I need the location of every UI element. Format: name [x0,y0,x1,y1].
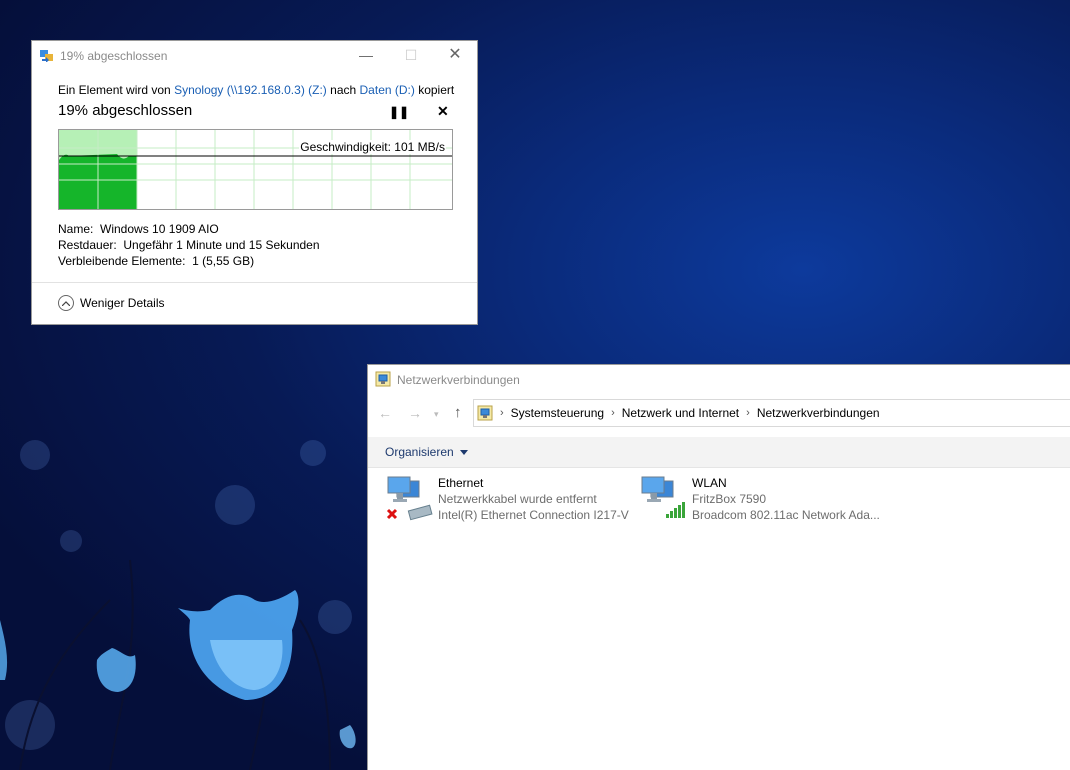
network-connections-icon [375,371,391,387]
forward-arrow-icon[interactable]: → [408,405,422,421]
chevron-right-icon: › [611,407,615,419]
transfer-speed-graph: Geschwindigkeit: 101 MB/s [58,129,453,210]
maximize-button[interactable]: ☐ [388,41,434,71]
close-button[interactable]: ✕ [432,41,478,71]
speed-label: Geschwindigkeit: 101 MB/s [299,140,446,154]
name-value: Windows 10 1909 AIO [100,222,219,236]
connection-wlan[interactable]: WLAN FritzBox 7590 Broadcom 802.11ac Net… [639,475,880,523]
organize-menu-button[interactable]: Organisieren [385,445,468,459]
recent-locations-chevron-icon[interactable]: ▾ [434,409,439,420]
window-title: 19% abgeschlossen [60,49,168,63]
destination-link[interactable]: Daten (D:) [360,83,415,97]
title-bar[interactable]: Netzwerkverbindungen [368,365,1070,395]
wallpaper-bokeh [300,440,326,466]
command-bar: Organisieren [368,437,1070,468]
connection-status: Netzwerkkabel wurde entfernt [438,492,597,506]
copy-description-mid: nach [326,83,360,97]
connection-name: WLAN [692,476,727,490]
transfer-details: Name: Windows 10 1909 AIO Restdauer: Ung… [58,221,320,269]
chevron-up-icon [58,295,74,311]
wallpaper-bokeh [60,530,82,552]
connection-ethernet[interactable]: Ethernet Netzwerkkabel wurde entfernt In… [385,475,629,523]
copy-description: Ein Element wird von Synology (\\192.168… [58,83,454,97]
organize-label: Organisieren [385,445,454,459]
items-label: Verbleibende Elemente: [58,254,186,268]
wlan-signal-icon [639,475,689,523]
connection-status: FritzBox 7590 [692,492,767,506]
window-title: Netzwerkverbindungen [397,373,520,387]
caret-down-icon [459,449,468,455]
connection-name: Ethernet [438,476,484,490]
less-details-button[interactable]: Weniger Details [58,295,164,311]
remaining-label: Restdauer: [58,238,117,252]
remaining-value: Ungefähr 1 Minute und 15 Sekunden [123,238,320,252]
wallpaper-bokeh [318,600,352,634]
wallpaper-bokeh [5,700,55,750]
back-arrow-icon[interactable]: ← [378,405,392,421]
connection-device: Intel(R) Ethernet Connection I217-V [438,508,629,522]
less-details-label: Weniger Details [80,296,165,310]
pause-button[interactable]: ❚❚ [389,105,409,119]
wallpaper-bokeh [215,485,255,525]
copy-description-prefix: Ein Element wird von [58,83,175,97]
wallpaper-bokeh [20,440,50,470]
source-link[interactable]: Synology (\\192.168.0.3) (Z:) [174,83,327,97]
minimize-button[interactable]: — [343,41,389,71]
network-connections-icon [477,405,493,421]
name-label: Name: [58,222,94,236]
copy-description-suffix: kopiert [414,83,455,97]
chevron-right-icon: › [746,407,750,419]
title-bar[interactable]: 19% abgeschlossen — ☐ ✕ [32,41,477,71]
address-bar[interactable]: › Systemsteuerung › Netzwerk und Interne… [473,399,1070,427]
divider [32,282,477,283]
file-copy-icon [40,50,53,62]
progress-heading: 19% abgeschlossen [58,102,193,119]
breadcrumb-netzwerkverbindungen[interactable]: Netzwerkverbindungen [757,406,880,420]
copy-progress-dialog: 19% abgeschlossen — ☐ ✕ Ein Element wird… [31,40,478,325]
chevron-right-icon: › [500,407,504,419]
breadcrumb-systemsteuerung[interactable]: Systemsteuerung [511,406,604,420]
network-connections-window: Netzwerkverbindungen ← → ▾ ↑ › Systemste… [367,364,1070,770]
ethernet-disconnected-icon [385,475,435,523]
connection-device: Broadcom 802.11ac Network Ada... [692,508,880,522]
items-value: 1 (5,55 GB) [192,254,255,268]
navigation-bar: ← → ▾ ↑ › Systemsteuerung › Netzwerk und… [368,399,1070,429]
breadcrumb-netzwerk-und-internet[interactable]: Netzwerk und Internet [622,406,739,420]
cancel-copy-button[interactable]: ✕ [437,103,449,120]
up-arrow-icon[interactable]: ↑ [454,404,462,421]
